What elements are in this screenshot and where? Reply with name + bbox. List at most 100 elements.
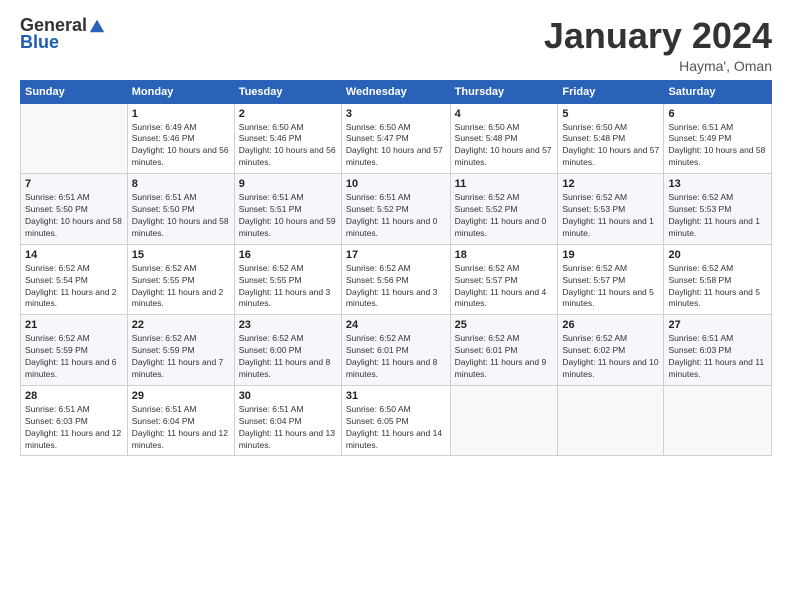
calendar-cell: 30Sunrise: 6:51 AM Sunset: 6:04 PM Dayli… <box>234 385 341 456</box>
calendar-cell: 28 Sunrise: 6:51 AM Sunset: 6:03 PM Dayli… <box>21 385 128 456</box>
day-info: Sunrise: 6:52 AM Sunset: 5:57 PM Dayligh… <box>455 263 554 311</box>
day-info: Sunrise: 6:51 AM Sunset: 6:03 PM Dayligh… <box>25 404 123 452</box>
day-info: Sunrise: 6:52 AM Sunset: 5:58 PM Dayligh… <box>668 263 767 311</box>
day-info: Sunrise: 6:52 AM Sunset: 5:55 PM Dayligh… <box>132 263 230 311</box>
day-number: 10 <box>346 178 446 190</box>
page: General Blue January 2024 Hayma', Oman S… <box>0 0 792 612</box>
day-number: 24 <box>346 319 446 331</box>
day-number: 13 <box>668 178 767 190</box>
title-block: January 2024 Hayma', Oman <box>544 16 772 74</box>
day-info: Sunrise: 6:51 AM Sunset: 5:51 PM Dayligh… <box>239 192 337 240</box>
day-number: 18 <box>455 249 554 261</box>
day-number: 19 <box>562 249 659 261</box>
calendar-cell: 14 Sunrise: 6:52 AM Sunset: 5:54 PM Dayli… <box>21 244 128 315</box>
calendar-cell: 8Sunrise: 6:51 AM Sunset: 5:50 PM Daylig… <box>127 174 234 245</box>
day-info: Sunrise: 6:52 AM Sunset: 6:02 PM Dayligh… <box>562 333 659 381</box>
calendar-cell <box>21 103 128 174</box>
day-number: 8 <box>132 178 230 190</box>
day-info: Sunrise: 6:51 AM Sunset: 5:50 PM Dayligh… <box>25 192 123 240</box>
day-info: Sunrise: 6:50 AM Sunset: 5:46 PM Dayligh… <box>239 122 337 170</box>
calendar-day-header: Monday <box>127 80 234 103</box>
calendar-cell: 16 Sunrise: 6:52 AM Sunset: 5:55 PM Dayli… <box>234 244 341 315</box>
day-info: Sunrise: 6:52 AM Sunset: 5:55 PM Dayligh… <box>239 263 337 311</box>
calendar-cell: 31Sunrise: 6:50 AM Sunset: 6:05 PM Dayli… <box>341 385 450 456</box>
logo-icon <box>88 16 106 34</box>
day-info: Sunrise: 6:50 AM Sunset: 5:48 PM Dayligh… <box>455 122 554 170</box>
calendar-day-header: Tuesday <box>234 80 341 103</box>
calendar-cell: 25 Sunrise: 6:52 AM Sunset: 6:01 PM Dayli… <box>450 315 558 386</box>
calendar-day-header: Sunday <box>21 80 128 103</box>
day-info: Sunrise: 6:51 AM Sunset: 6:04 PM Dayligh… <box>239 404 337 452</box>
calendar-cell: 18 Sunrise: 6:52 AM Sunset: 5:57 PM Dayli… <box>450 244 558 315</box>
day-number: 25 <box>455 319 554 331</box>
day-number: 15 <box>132 249 230 261</box>
calendar-week-row: 14 Sunrise: 6:52 AM Sunset: 5:54 PM Dayli… <box>21 244 772 315</box>
day-number: 17 <box>346 249 446 261</box>
day-number: 12 <box>562 178 659 190</box>
day-number: 4 <box>455 108 554 120</box>
day-info: Sunrise: 6:51 AM Sunset: 6:03 PM Dayligh… <box>668 333 767 381</box>
calendar-day-header: Wednesday <box>341 80 450 103</box>
header: General Blue January 2024 Hayma', Oman <box>20 16 772 74</box>
calendar-cell: 1Sunrise: 6:49 AM Sunset: 5:46 PM Daylig… <box>127 103 234 174</box>
calendar-week-row: 1Sunrise: 6:49 AM Sunset: 5:46 PM Daylig… <box>21 103 772 174</box>
calendar-cell: 23 Sunrise: 6:52 AM Sunset: 6:00 PM Dayli… <box>234 315 341 386</box>
calendar-cell: 13Sunrise: 6:52 AM Sunset: 5:53 PM Dayli… <box>664 174 772 245</box>
calendar-cell: 27Sunrise: 6:51 AM Sunset: 6:03 PM Dayli… <box>664 315 772 386</box>
day-info: Sunrise: 6:50 AM Sunset: 5:48 PM Dayligh… <box>562 122 659 170</box>
calendar-cell: 29Sunrise: 6:51 AM Sunset: 6:04 PM Dayli… <box>127 385 234 456</box>
calendar-day-header: Friday <box>558 80 664 103</box>
day-number: 6 <box>668 108 767 120</box>
calendar-cell: 17 Sunrise: 6:52 AM Sunset: 5:56 PM Dayli… <box>341 244 450 315</box>
location: Hayma', Oman <box>544 58 772 74</box>
calendar-day-header: Thursday <box>450 80 558 103</box>
calendar-cell <box>664 385 772 456</box>
calendar-cell: 11 Sunrise: 6:52 AM Sunset: 5:52 PM Dayli… <box>450 174 558 245</box>
day-info: Sunrise: 6:51 AM Sunset: 5:49 PM Dayligh… <box>668 122 767 170</box>
day-number: 16 <box>239 249 337 261</box>
calendar-table: SundayMondayTuesdayWednesdayThursdayFrid… <box>20 80 772 457</box>
day-info: Sunrise: 6:49 AM Sunset: 5:46 PM Dayligh… <box>132 122 230 170</box>
calendar-cell: 20Sunrise: 6:52 AM Sunset: 5:58 PM Dayli… <box>664 244 772 315</box>
day-number: 11 <box>455 178 554 190</box>
calendar-cell: 26 Sunrise: 6:52 AM Sunset: 6:02 PM Dayli… <box>558 315 664 386</box>
day-number: 7 <box>25 178 123 190</box>
day-number: 23 <box>239 319 337 331</box>
day-info: Sunrise: 6:52 AM Sunset: 6:01 PM Dayligh… <box>455 333 554 381</box>
day-info: Sunrise: 6:52 AM Sunset: 5:52 PM Dayligh… <box>455 192 554 240</box>
day-info: Sunrise: 6:51 AM Sunset: 6:04 PM Dayligh… <box>132 404 230 452</box>
day-info: Sunrise: 6:52 AM Sunset: 5:59 PM Dayligh… <box>25 333 123 381</box>
day-info: Sunrise: 6:52 AM Sunset: 6:00 PM Dayligh… <box>239 333 337 381</box>
calendar-cell: 15 Sunrise: 6:52 AM Sunset: 5:55 PM Dayli… <box>127 244 234 315</box>
calendar-cell: 21 Sunrise: 6:52 AM Sunset: 5:59 PM Dayli… <box>21 315 128 386</box>
calendar-week-row: 7 Sunrise: 6:51 AM Sunset: 5:50 PM Daylig… <box>21 174 772 245</box>
day-number: 21 <box>25 319 123 331</box>
calendar-cell: 4 Sunrise: 6:50 AM Sunset: 5:48 PM Daylig… <box>450 103 558 174</box>
calendar-cell: 22 Sunrise: 6:52 AM Sunset: 5:59 PM Dayli… <box>127 315 234 386</box>
calendar-cell <box>450 385 558 456</box>
calendar-day-header: Saturday <box>664 80 772 103</box>
day-number: 22 <box>132 319 230 331</box>
day-number: 3 <box>346 108 446 120</box>
calendar-cell: 3 Sunrise: 6:50 AM Sunset: 5:47 PM Daylig… <box>341 103 450 174</box>
calendar-cell: 7 Sunrise: 6:51 AM Sunset: 5:50 PM Daylig… <box>21 174 128 245</box>
calendar-week-row: 28 Sunrise: 6:51 AM Sunset: 6:03 PM Dayli… <box>21 385 772 456</box>
day-number: 26 <box>562 319 659 331</box>
day-info: Sunrise: 6:52 AM Sunset: 5:53 PM Dayligh… <box>562 192 659 240</box>
calendar-cell: 19Sunrise: 6:52 AM Sunset: 5:57 PM Dayli… <box>558 244 664 315</box>
calendar-cell: 24 Sunrise: 6:52 AM Sunset: 6:01 PM Dayli… <box>341 315 450 386</box>
day-info: Sunrise: 6:52 AM Sunset: 5:54 PM Dayligh… <box>25 263 123 311</box>
day-number: 28 <box>25 390 123 402</box>
day-number: 5 <box>562 108 659 120</box>
logo-blue: Blue <box>20 32 59 53</box>
calendar-cell: 2Sunrise: 6:50 AM Sunset: 5:46 PM Daylig… <box>234 103 341 174</box>
day-number: 14 <box>25 249 123 261</box>
logo: General Blue <box>20 16 106 53</box>
day-info: Sunrise: 6:52 AM Sunset: 6:01 PM Dayligh… <box>346 333 446 381</box>
calendar-cell <box>558 385 664 456</box>
day-info: Sunrise: 6:50 AM Sunset: 5:47 PM Dayligh… <box>346 122 446 170</box>
day-info: Sunrise: 6:52 AM Sunset: 5:56 PM Dayligh… <box>346 263 446 311</box>
day-info: Sunrise: 6:50 AM Sunset: 6:05 PM Dayligh… <box>346 404 446 452</box>
calendar-cell: 10Sunrise: 6:51 AM Sunset: 5:52 PM Dayli… <box>341 174 450 245</box>
day-info: Sunrise: 6:52 AM Sunset: 5:59 PM Dayligh… <box>132 333 230 381</box>
